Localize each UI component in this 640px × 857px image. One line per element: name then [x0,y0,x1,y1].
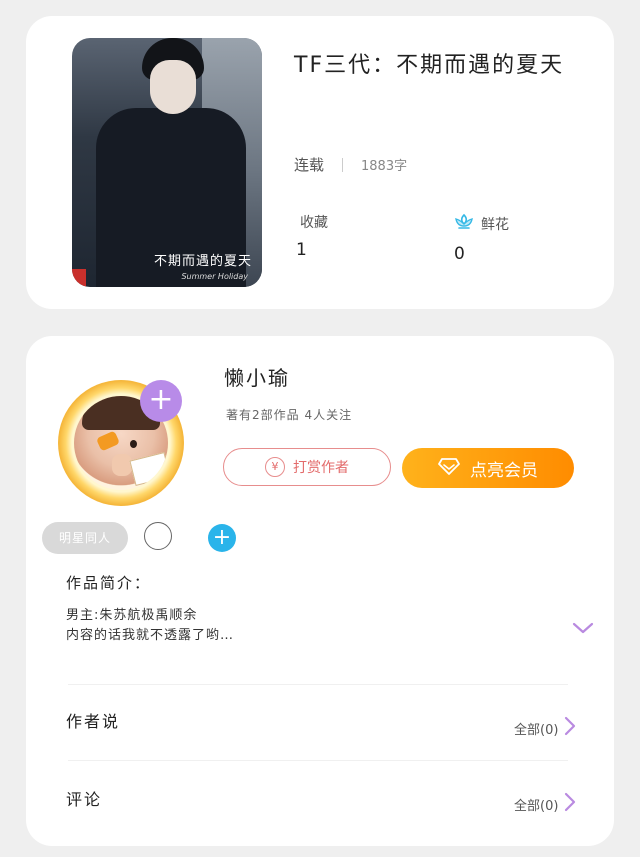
flowers-button[interactable]: 鲜花 [453,212,509,236]
chevron-right-icon [564,792,576,816]
cover-caption-en: Summer Holiday [181,272,248,281]
flower-icon [453,212,475,236]
vip-label: 点亮会员 [470,460,538,481]
intro-text: 男主:朱苏航极禹顺余 内容的话我就不透露了哟… [66,606,546,646]
book-meta: 连载 1883字 [294,154,407,175]
diamond-icon [438,457,460,480]
author-name[interactable]: 懒小瑜 [224,362,290,391]
chevron-right-icon [564,716,576,740]
meta-divider [342,157,344,172]
comments-label: 评论 [66,790,103,809]
book-info-card: 不期而遇的夏天 Summer Holiday TF三代：不期而遇的夏天 连载 1… [26,16,614,309]
divider [68,684,568,685]
author-card: + 懒小瑜 著有2部作品 4人关注 ¥ 打赏作者 点亮会员 明星同人 + 作品简… [26,336,614,846]
book-cover-image[interactable]: 不期而遇的夏天 Summer Holiday [72,38,262,287]
chevron-down-icon[interactable] [572,620,594,639]
author-says-count: 全部(0) [514,722,559,738]
cover-red-accent [72,269,86,287]
avatar-eye-right [130,440,137,448]
tip-author-button[interactable]: ¥ 打赏作者 [223,448,391,486]
tip-author-label: 打赏作者 [293,460,349,476]
cover-caption: 不期而遇的夏天 [153,254,252,269]
book-title: TF三代：不期而遇的夏天 [294,53,565,78]
author-says-link[interactable]: 全部(0) [514,716,576,740]
comments-link[interactable]: 全部(0) [514,792,576,816]
serial-status: 连载 [294,156,325,174]
follow-plus-icon[interactable]: + [140,380,182,422]
intro-line-1: 男主:朱苏航极禹顺余 [66,608,198,623]
category-tag[interactable]: 明星同人 [42,522,128,554]
intro-label: 作品简介： [66,574,152,592]
avatar-hand [112,454,132,476]
cover-figure-face [150,60,196,114]
favorites-label: 收藏 [300,215,328,231]
add-tag-icon[interactable]: + [208,524,236,552]
word-count: 1883字 [361,159,408,174]
yen-icon: ¥ [265,457,285,477]
vip-button[interactable]: 点亮会员 [402,448,574,488]
divider [68,760,568,761]
intro-line-2: 内容的话我就不透露了哟… [66,628,235,643]
comments-count: 全部(0) [514,798,559,814]
empty-tag-circle[interactable] [144,522,172,550]
author-says-label: 作者说 [66,712,121,731]
favorites-count: 1 [296,240,307,260]
flowers-label: 鲜花 [481,217,509,233]
flowers-count: 0 [454,244,465,264]
author-stats: 著有2部作品 4人关注 [226,408,353,422]
